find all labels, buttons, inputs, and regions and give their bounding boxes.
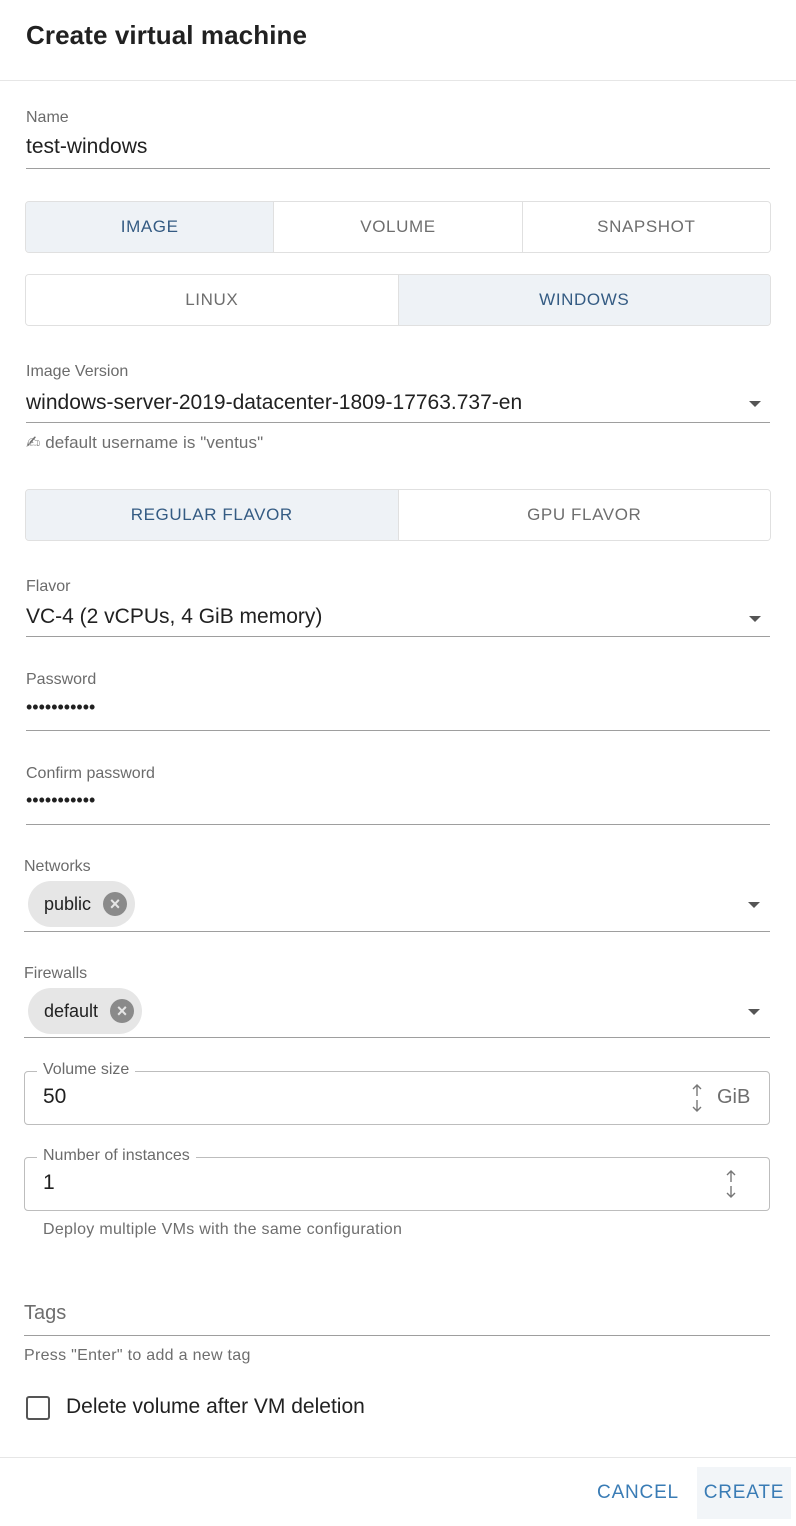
dialog-title: Create virtual machine — [26, 20, 308, 50]
volume-size-field[interactable]: Volume size 50 GiB — [24, 1061, 770, 1125]
tags-helper: Press "Enter" to add a new tag — [24, 1347, 251, 1364]
networks-underline — [24, 931, 770, 932]
close-icon[interactable]: × — [110, 999, 135, 1023]
volume-size-label: Volume size — [37, 1061, 136, 1079]
cancel-button[interactable]: CANCEL — [592, 1467, 684, 1519]
chevron-down-icon[interactable] — [748, 902, 760, 908]
firewalls-select[interactable] — [160, 988, 740, 1034]
networks-select[interactable] — [150, 881, 740, 927]
tab-image[interactable]: IMAGE — [26, 202, 275, 252]
tags-underline — [24, 1335, 770, 1336]
header-divider — [0, 80, 796, 81]
network-chip-label: public — [44, 893, 92, 914]
source-tabs: IMAGE VOLUME SNAPSHOT — [25, 201, 771, 253]
chevron-down-icon[interactable] — [749, 616, 761, 622]
tab-gpu-flavor[interactable]: GPU FLAVOR — [398, 490, 770, 540]
name-label: Name — [26, 109, 69, 126]
delete-volume-checkbox[interactable] — [26, 1396, 50, 1420]
firewalls-label: Firewalls — [24, 965, 88, 982]
networks-label: Networks — [24, 858, 91, 875]
tab-windows[interactable]: WINDOWS — [398, 275, 770, 325]
confirm-password-underline — [26, 824, 770, 825]
password-label: Password — [26, 671, 97, 688]
firewall-chip: default × — [28, 988, 143, 1034]
instances-field[interactable]: Number of instances 1 — [24, 1147, 770, 1211]
flavor-select[interactable]: VC-4 (2 vCPUs, 4 GiB memory) — [26, 605, 770, 629]
confirm-password-input[interactable]: ••••••••••• — [26, 790, 770, 811]
name-input[interactable]: test-windows — [26, 135, 770, 159]
footer-divider — [0, 1457, 796, 1458]
delete-volume-label[interactable]: Delete volume after VM deletion — [66, 1395, 365, 1419]
stepper-icon[interactable] — [724, 1169, 738, 1199]
firewalls-underline — [24, 1037, 770, 1038]
network-chip: public × — [28, 881, 136, 927]
tags-input[interactable]: Tags — [24, 1302, 770, 1325]
volume-size-input[interactable]: 50 — [43, 1085, 66, 1109]
image-version-label: Image Version — [26, 363, 129, 380]
tab-linux[interactable]: LINUX — [26, 275, 399, 325]
flavor-tabs: REGULAR FLAVOR GPU FLAVOR — [25, 489, 771, 541]
instances-input[interactable]: 1 — [43, 1171, 55, 1195]
tab-volume[interactable]: VOLUME — [274, 202, 523, 252]
create-button[interactable]: CREATE — [697, 1467, 791, 1519]
username-hint-text: default username is "ventus" — [45, 433, 264, 452]
flavor-label: Flavor — [26, 578, 71, 595]
image-version-underline — [26, 422, 770, 423]
os-tabs: LINUX WINDOWS — [25, 274, 771, 326]
tab-regular-flavor[interactable]: REGULAR FLAVOR — [26, 490, 399, 540]
name-underline — [26, 168, 770, 169]
chevron-down-icon[interactable] — [748, 1009, 760, 1015]
volume-size-suffix: GiB — [717, 1086, 751, 1108]
close-icon[interactable]: × — [103, 892, 128, 916]
stepper-icon[interactable] — [690, 1083, 704, 1113]
username-hint: ✍ default username is "ventus" — [26, 433, 263, 453]
instances-helper: Deploy multiple VMs with the same config… — [43, 1221, 403, 1238]
tab-snapshot[interactable]: SNAPSHOT — [522, 202, 770, 252]
confirm-password-label: Confirm password — [26, 765, 155, 782]
instances-label: Number of instances — [37, 1147, 196, 1165]
chevron-down-icon[interactable] — [749, 401, 761, 407]
password-input[interactable]: ••••••••••• — [26, 697, 770, 718]
flavor-underline — [26, 636, 770, 637]
firewall-chip-label: default — [44, 1000, 99, 1021]
image-version-select[interactable]: windows-server-2019-datacenter-1809-1776… — [26, 391, 770, 421]
writing-hand-icon: ✍ — [26, 433, 41, 452]
password-underline — [26, 730, 770, 731]
